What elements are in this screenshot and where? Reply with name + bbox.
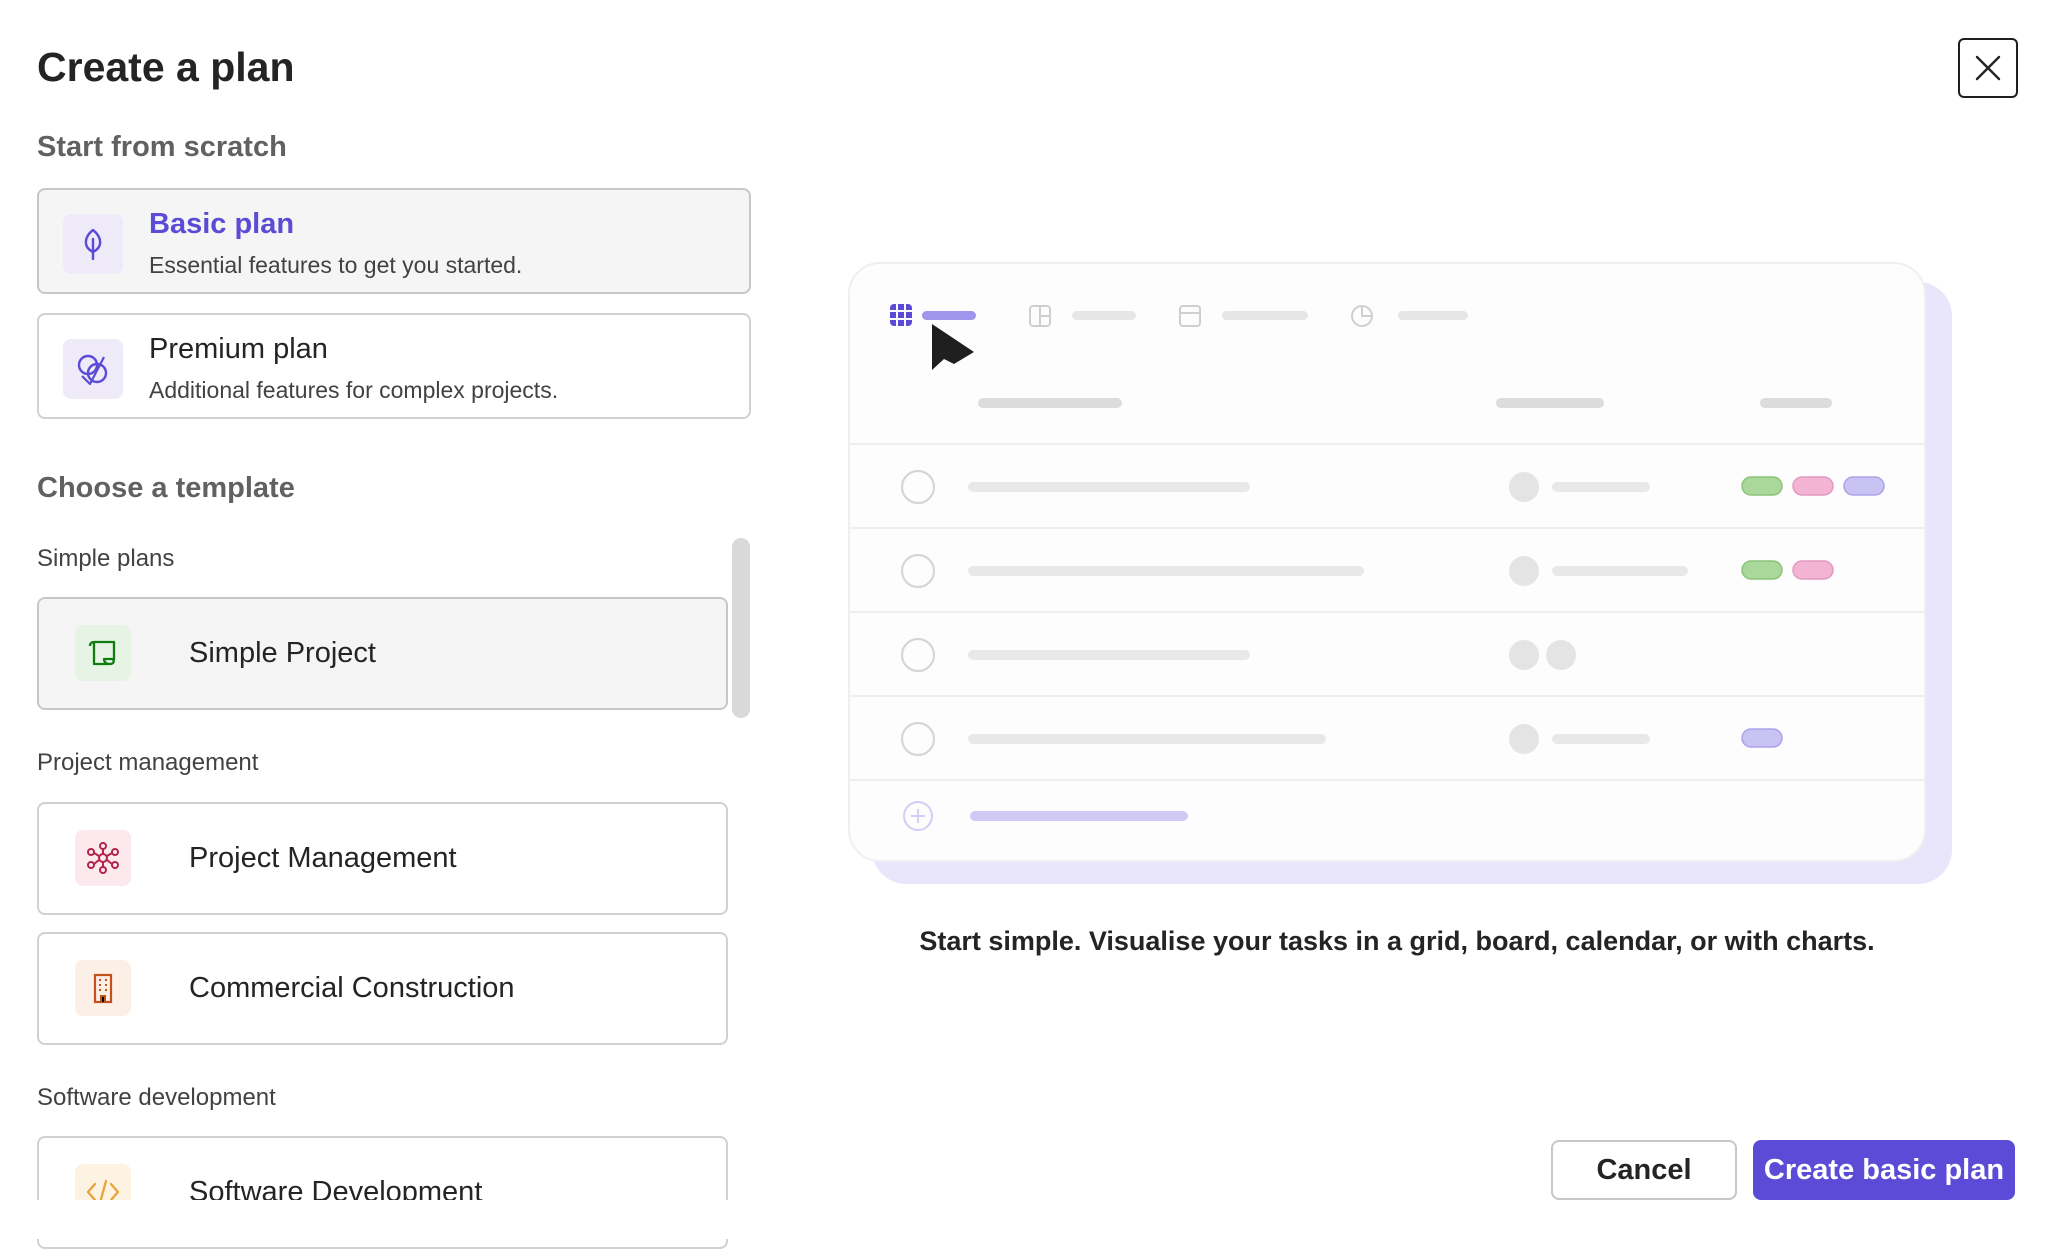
premium-plan-option[interactable]: Premium plan Additional features for com… [37,313,751,419]
leaf-icon [63,214,123,274]
basic-plan-option[interactable]: Basic plan Essential features to get you… [37,188,751,294]
basic-plan-name: Basic plan [149,208,295,240]
scratch-heading: Start from scratch [37,131,287,163]
basic-plan-description: Essential features to get you started. [149,252,523,278]
premium-plan-description: Additional features for complex projects… [149,377,559,403]
preview-caption: Start simple. Visualise your tasks in a … [919,926,1875,956]
cancel-button[interactable]: Cancel [1551,1140,1737,1200]
group-label-project-management: Project management [37,749,259,776]
building-icon [75,960,131,1016]
template-name: Simple Project [189,637,376,669]
template-scrollbar[interactable] [732,538,750,718]
template-commercial-construction[interactable]: Commercial Construction [37,932,728,1045]
grid-view-icon [890,304,912,326]
dialog-title: Create a plan [37,44,295,90]
premium-icon [63,339,123,399]
group-label-simple-plans: Simple plans [37,545,175,572]
create-basic-plan-button[interactable]: Create basic plan [1753,1140,2015,1200]
template-name: Project Management [189,842,457,874]
template-heading: Choose a template [37,472,295,504]
preview-illustration [848,262,1926,862]
grid-view-illustration [850,304,1924,831]
list-fade [0,1200,780,1239]
pointer-cursor-icon [932,324,974,370]
calendar-view-icon [1179,305,1201,327]
template-name: Commercial Construction [189,972,515,1004]
close-icon [1975,55,2001,81]
network-icon [75,830,131,886]
template-simple-project[interactable]: Simple Project [37,597,728,710]
scroll-icon [75,625,131,681]
template-project-management[interactable]: Project Management [37,802,728,915]
close-button[interactable] [1958,38,2018,98]
group-label-software-development: Software development [37,1084,276,1111]
premium-plan-name: Premium plan [149,333,328,365]
